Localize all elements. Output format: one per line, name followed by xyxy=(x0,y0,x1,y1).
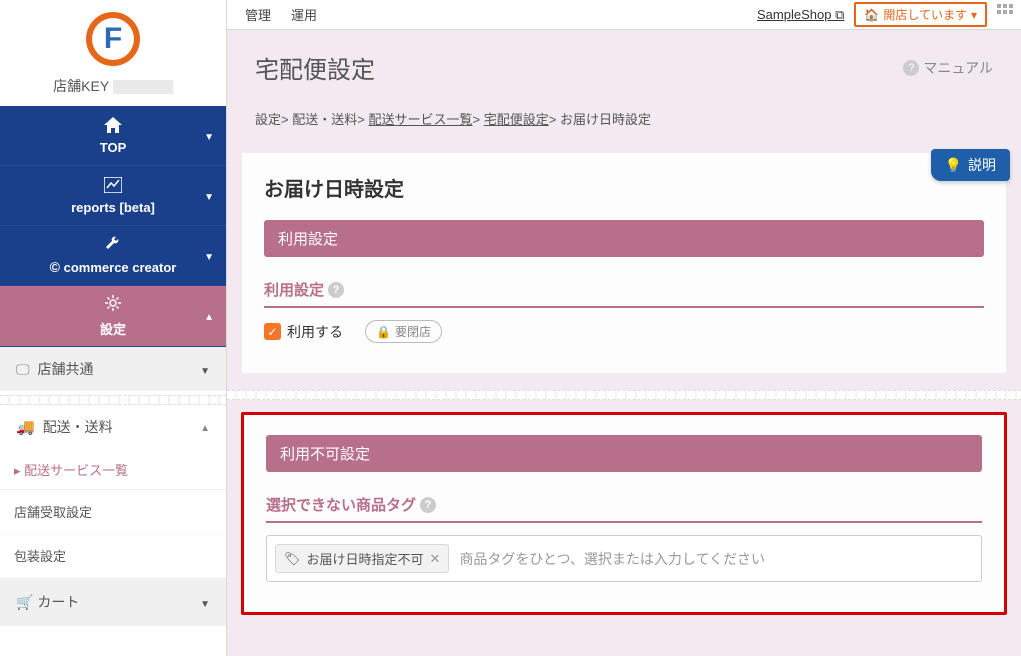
help-icon: ? xyxy=(903,60,919,76)
tab-ops[interactable]: 運用 xyxy=(281,1,327,28)
field-usage: 利用設定 ? xyxy=(264,279,984,308)
main-area: 管理 運用 SampleShop ⧉ 🏠 開店しています ▾ 宅配便設定 ? マ… xyxy=(226,0,1021,656)
page-title: 宅配便設定 xyxy=(255,50,375,85)
chevron-down-icon xyxy=(204,189,214,203)
subnav-shipping[interactable]: 🚚配送・送料 xyxy=(0,405,226,450)
subnav-cart[interactable]: 🛒 カート xyxy=(0,578,226,626)
truck-icon: 🚚 xyxy=(16,419,35,436)
help-icon[interactable]: ? xyxy=(328,282,344,298)
section-unavailable: 利用不可設定 xyxy=(266,435,982,472)
chevron-up-icon xyxy=(200,420,210,434)
breadcrumb-link-setting[interactable]: 宅配便設定 xyxy=(484,112,549,127)
lock-icon: 🔒 xyxy=(376,325,391,339)
panel-usage: 💡説明 お届け日時設定 利用設定 利用設定 ? ✓ 利用する 🔒 要閉店 xyxy=(241,152,1007,374)
tag-input[interactable]: 🏷 お届け日時指定不可 ✕ 商品タグをひとつ、選択または入力してください xyxy=(266,535,982,582)
card-title: お届け日時設定 xyxy=(264,173,984,202)
subnav-pickup[interactable]: 店舗受取設定 xyxy=(0,490,226,534)
chevron-down-icon xyxy=(200,594,210,610)
store-icon: 🏠 xyxy=(864,8,879,22)
torn-divider xyxy=(227,390,1021,400)
shop-key-label: 店舗KEY xyxy=(0,72,226,106)
sidebar: F 店舗KEY TOP reports [beta] xyxy=(0,0,226,656)
badge-requires-closed: 🔒 要閉店 xyxy=(365,320,442,343)
section-usage: 利用設定 xyxy=(264,220,984,257)
shop-status-button[interactable]: 🏠 開店しています ▾ xyxy=(854,2,987,27)
chevron-down-icon xyxy=(200,361,210,377)
home-icon xyxy=(104,117,122,138)
chevron-down-icon xyxy=(204,129,214,143)
nav-reports[interactable]: reports [beta] xyxy=(0,166,226,226)
monitor-icon: 🖵 xyxy=(16,361,30,377)
tag-remove-icon[interactable]: ✕ xyxy=(430,551,441,567)
external-icon: ⧉ xyxy=(835,7,844,22)
field-tags: 選択できない商品タグ ? xyxy=(266,494,982,523)
nav-settings[interactable]: 設定 xyxy=(0,286,226,347)
torn-divider xyxy=(0,395,226,405)
chevron-up-icon xyxy=(204,309,214,323)
chevron-down-icon xyxy=(204,249,214,263)
dropdown-icon: ▾ xyxy=(971,8,977,22)
wrench-icon xyxy=(105,236,121,257)
nav-commerce[interactable]: © commerce creator xyxy=(0,226,226,286)
subnav-packaging[interactable]: 包装設定 xyxy=(0,534,226,578)
nav-top[interactable]: TOP xyxy=(0,106,226,166)
tag-icon: 🏷 xyxy=(284,551,301,567)
checkbox-checked-icon: ✓ xyxy=(264,323,281,340)
checkbox-use[interactable]: ✓ 利用する xyxy=(264,322,343,342)
panel-unavailable: 利用不可設定 選択できない商品タグ ? 🏷 お届け日時指定不可 ✕ 商品タグをひ… xyxy=(241,412,1007,615)
topbar: 管理 運用 SampleShop ⧉ 🏠 開店しています ▾ xyxy=(227,0,1021,30)
breadcrumb-link-list[interactable]: 配送サービス一覧 xyxy=(368,112,472,127)
breadcrumb: 設定> 配送・送料> 配送サービス一覧> 宅配便設定> お届け日時設定 xyxy=(227,103,1021,144)
subnav-shipping-list[interactable]: ▸ 配送サービス一覧 xyxy=(0,450,226,490)
explain-badge[interactable]: 💡説明 xyxy=(931,149,1010,181)
apps-icon[interactable] xyxy=(997,4,1013,25)
logo: F xyxy=(0,0,226,72)
tag-chip: 🏷 お届け日時指定不可 ✕ xyxy=(275,544,449,573)
bulb-icon: 💡 xyxy=(945,157,962,174)
manual-link[interactable]: ? マニュアル xyxy=(903,58,993,78)
help-icon[interactable]: ? xyxy=(420,497,436,513)
tag-placeholder: 商品タグをひとつ、選択または入力してください xyxy=(459,549,765,569)
cart-icon: 🛒 xyxy=(16,594,33,610)
sample-shop-link[interactable]: SampleShop ⧉ xyxy=(757,7,844,23)
chart-icon xyxy=(104,177,122,198)
tab-admin[interactable]: 管理 xyxy=(235,1,281,28)
subnav-shop-common[interactable]: 🖵店舗共通 xyxy=(0,347,226,395)
gear-icon xyxy=(104,294,122,317)
